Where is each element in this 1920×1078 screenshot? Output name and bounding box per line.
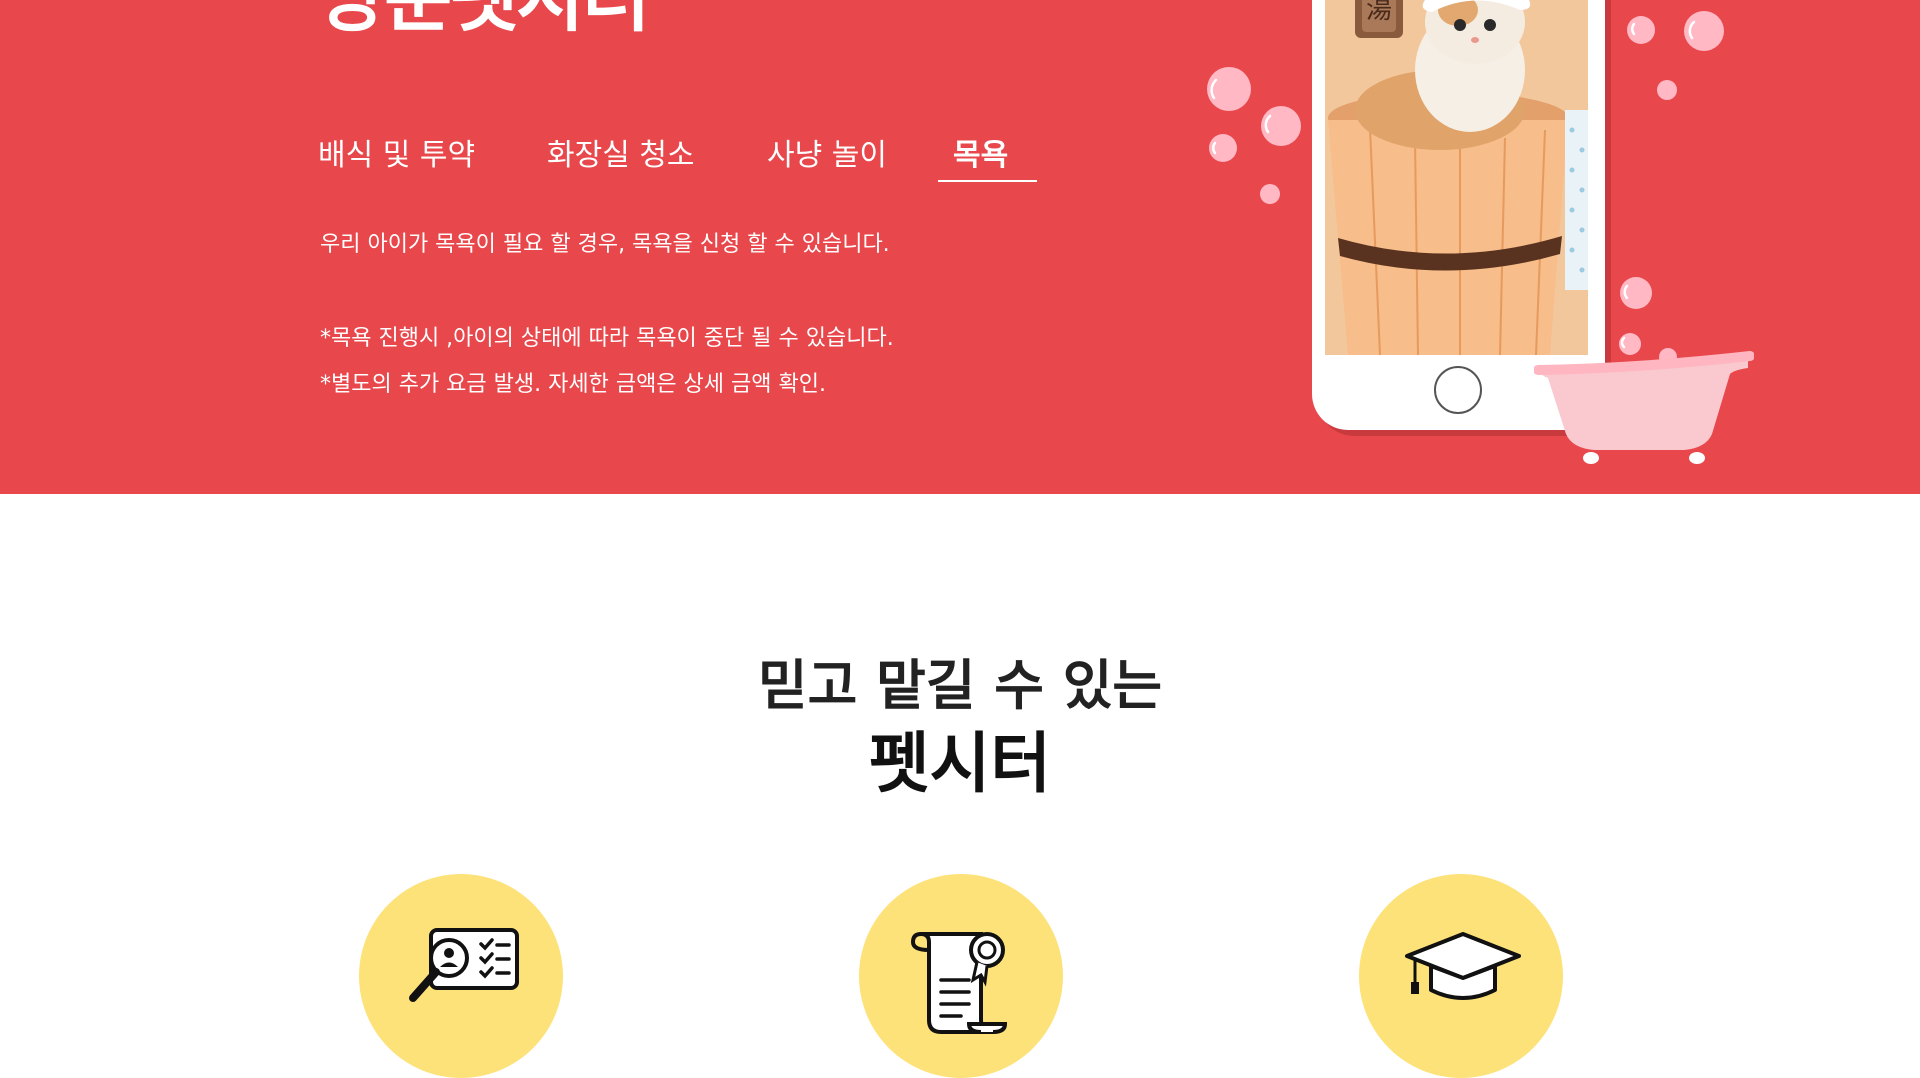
profile-check-icon [409,928,519,1002]
bathtub-illustration [1534,351,1754,464]
feature-profile-check [359,874,563,1078]
section-subtitle: 믿고 맡길 수 있는 [757,654,1163,717]
feature-certificate [859,874,1063,1078]
certificate-scroll-icon [910,932,1008,1034]
graduation-cap-icon [1405,932,1521,1000]
section-title: 펫시터 [868,725,1052,802]
feature-education [1359,874,1563,1078]
hero-section: 방문펫시터 배식 및 투약 화장실 청소 사냥 놀이 목욕 우리 아이가 목욕이… [0,0,1920,494]
bath-sign-text: 湯 [1366,0,1392,25]
